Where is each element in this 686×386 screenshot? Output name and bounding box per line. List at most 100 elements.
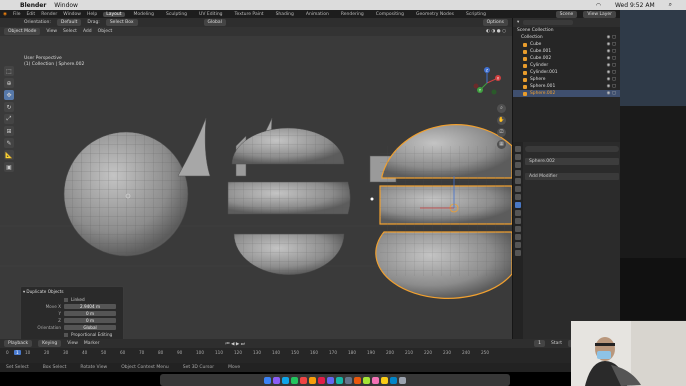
trash-icon[interactable] xyxy=(399,376,406,384)
tab-scripting[interactable]: Scripting xyxy=(463,12,489,17)
transform-tool-icon[interactable]: ⊞ xyxy=(4,126,14,136)
outliner-item-sphere-001[interactable]: Sphere.001 ◉ ▢ xyxy=(513,83,620,90)
menu-help[interactable]: Help xyxy=(87,12,97,17)
particles-tab-icon[interactable] xyxy=(515,210,521,216)
facetime-icon[interactable] xyxy=(372,376,379,384)
tab-layout[interactable]: Layout xyxy=(103,11,125,17)
move-x-field[interactable]: 2.9404 m xyxy=(64,303,116,310)
outliner-item-cube[interactable]: Cube ◉ ▢ xyxy=(513,41,620,48)
finder-icon[interactable] xyxy=(264,376,271,384)
modifier-tab-icon[interactable] xyxy=(515,202,521,208)
safari-icon[interactable] xyxy=(282,376,289,384)
camera-icon[interactable]: ⎚ xyxy=(497,128,506,137)
linked-checkbox[interactable] xyxy=(64,297,68,302)
search-icon[interactable]: ⌕ xyxy=(669,1,672,9)
zoom-icon[interactable] xyxy=(390,376,397,384)
outliner-item-sphere[interactable]: Sphere ◉ ▢ xyxy=(513,76,620,83)
grid-icon[interactable]: ▦ xyxy=(497,140,506,149)
operator-title[interactable]: ▾ Duplicate Objects xyxy=(23,289,121,294)
timeline-view-menu[interactable]: View xyxy=(67,341,78,346)
view-menu[interactable]: View xyxy=(46,29,57,34)
current-frame-field[interactable]: 1 xyxy=(534,340,545,347)
playback-controls[interactable]: ⏮ ◀ ▶ ⏭ xyxy=(225,341,244,347)
view-layer-selector[interactable]: View Layer xyxy=(583,10,616,18)
options-dropdown[interactable]: Options xyxy=(482,19,508,26)
scene-tab-icon[interactable] xyxy=(515,178,521,184)
tab-rendering[interactable]: Rendering xyxy=(338,12,367,17)
collection-row[interactable]: Collection ◉ ▢ xyxy=(513,34,620,41)
add-cube-tool-icon[interactable]: ▣ xyxy=(4,162,14,172)
view-layer-tab-icon[interactable] xyxy=(515,170,521,176)
outliner-item-sphere-002[interactable]: Sphere.002 ◉ ▢ xyxy=(513,90,620,97)
outliner-search[interactable] xyxy=(523,20,574,25)
keying-menu[interactable]: Keying xyxy=(38,340,62,347)
transform-orientation-dropdown[interactable]: Global xyxy=(203,19,226,26)
rotate-tool-icon[interactable]: ↻ xyxy=(4,102,14,112)
outliner-item-cube-001[interactable]: Cube.001 ◉ ▢ xyxy=(513,48,620,55)
output-tab-icon[interactable] xyxy=(515,162,521,168)
playback-menu[interactable]: Playback xyxy=(4,340,33,347)
outliner-item-cylinder[interactable]: Cylinder ◉ ▢ xyxy=(513,62,620,69)
proportional-checkbox[interactable] xyxy=(64,332,68,337)
horn-object[interactable] xyxy=(177,117,211,177)
render-tab-icon[interactable] xyxy=(515,154,521,160)
object-name-field[interactable]: Sphere.002 xyxy=(525,158,619,165)
outliner-item-cylinder-001[interactable]: Cylinder.001 ◉ ▢ xyxy=(513,69,620,76)
selected-sphere-object[interactable] xyxy=(369,124,512,299)
mode-dropdown[interactable]: Object Mode xyxy=(4,28,41,35)
split-sphere-object[interactable] xyxy=(227,127,351,275)
tab-uv-editing[interactable]: UV Editing xyxy=(196,12,225,17)
add-menu[interactable]: Add xyxy=(83,29,92,34)
select-menu[interactable]: Select xyxy=(63,29,77,34)
blender-dock-icon[interactable] xyxy=(354,376,361,384)
menu-window[interactable]: Window xyxy=(63,12,81,17)
outliner-filter-icon[interactable]: ▾ xyxy=(517,20,519,25)
tab-compositing[interactable]: Compositing xyxy=(373,12,407,17)
current-frame-indicator[interactable]: 1 xyxy=(14,350,21,355)
app-store-icon[interactable] xyxy=(327,376,334,384)
zoom-icon[interactable]: ⌕ xyxy=(497,104,506,113)
sphere-object[interactable] xyxy=(63,131,189,257)
outliner-item-cube-002[interactable]: Cube.002 ◉ ▢ xyxy=(513,55,620,62)
wifi-icon[interactable]: ◠ xyxy=(596,2,601,9)
settings-icon[interactable] xyxy=(345,376,352,384)
notes-icon[interactable] xyxy=(363,376,370,384)
constraints-tab-icon[interactable] xyxy=(515,226,521,232)
window-menu[interactable]: Window xyxy=(54,2,78,9)
blender-logo-icon[interactable]: ◉ xyxy=(3,12,7,17)
scene-collection-row[interactable]: Scene Collection xyxy=(513,27,620,34)
physics-tab-icon[interactable] xyxy=(515,218,521,224)
menu-edit[interactable]: Edit xyxy=(26,12,35,17)
music-icon[interactable] xyxy=(318,376,325,384)
tab-texture-paint[interactable]: Texture Paint xyxy=(232,12,267,17)
timeline-ruler[interactable]: 1 0 10 20 30 40 50 60 70 80 90 100 110 120 130 140 150 1… xyxy=(0,348,620,358)
cursor-tool-icon[interactable]: ⊕ xyxy=(4,78,14,88)
navigation-gizmo[interactable]: X Y Z xyxy=(470,66,504,100)
tab-animation[interactable]: Animation xyxy=(303,12,332,17)
annotate-tool-icon[interactable]: ✎ xyxy=(4,138,14,148)
shading-buttons[interactable]: ◐ ◑ ● ○ xyxy=(486,29,506,34)
tab-sculpting[interactable]: Sculpting xyxy=(163,12,190,17)
3d-viewport[interactable]: ⬚ ⊕ ✥ ↻ ⤢ ⊞ ✎ 📐 ▣ User Perspective (1) C… xyxy=(0,36,512,339)
world-tab-icon[interactable] xyxy=(515,186,521,192)
object-tab-icon[interactable] xyxy=(515,194,521,200)
orientation-dropdown[interactable]: Default xyxy=(56,19,82,26)
tab-modeling[interactable]: Modeling xyxy=(131,12,157,17)
data-tab-icon[interactable] xyxy=(515,234,521,240)
object-menu[interactable]: Object xyxy=(98,29,113,34)
menu-file[interactable]: File xyxy=(13,12,21,17)
drag-dropdown[interactable]: Select Box xyxy=(105,19,138,26)
launchpad-icon[interactable] xyxy=(273,376,280,384)
mail-icon[interactable] xyxy=(300,376,307,384)
tab-geometry-nodes[interactable]: Geometry Nodes xyxy=(413,12,457,17)
add-modifier-button[interactable]: Add Modifier xyxy=(525,173,619,180)
reminders-icon[interactable] xyxy=(381,376,388,384)
tab-shading[interactable]: Shading xyxy=(273,12,297,17)
measure-tool-icon[interactable]: 📐 xyxy=(4,150,14,160)
tool-tab-icon[interactable] xyxy=(515,146,521,152)
scene-selector[interactable]: Scene xyxy=(555,10,578,18)
clock[interactable]: Wed 9:52 AM xyxy=(615,2,655,9)
maps-icon[interactable] xyxy=(336,376,343,384)
app-menu[interactable]: Blender xyxy=(20,2,46,9)
photos-icon[interactable] xyxy=(309,376,316,384)
